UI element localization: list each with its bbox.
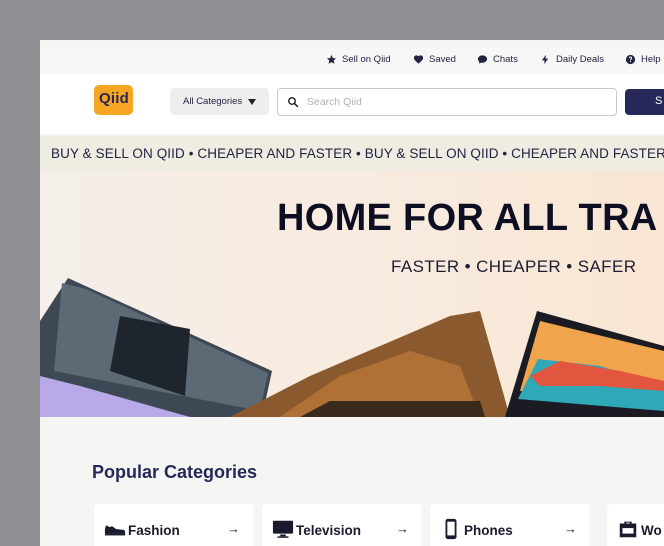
- popular-categories-title: Popular Categories: [92, 462, 258, 482]
- category-select-label: All Categories: [183, 96, 243, 107]
- qiid-homepage: Sell on Qiid Saved Chats Daily Deals Hel…: [40, 40, 664, 546]
- saved-label: Saved: [429, 54, 456, 65]
- category-label: Wo: [641, 523, 662, 538]
- arrow-right-icon: →: [227, 521, 240, 536]
- daily-deals-link[interactable]: Daily Deals: [540, 54, 604, 65]
- promo-marquee: BUY & SELL ON QIID • CHEAPER AND FASTER …: [40, 136, 664, 171]
- star-icon: [326, 54, 337, 64]
- logo-text: Qiid: [99, 90, 129, 107]
- category-card-television[interactable]: Television →: [262, 504, 422, 546]
- arrow-right-icon: →: [564, 521, 577, 536]
- help-circle-icon: [625, 54, 636, 65]
- sneaker-icon: [104, 525, 126, 536]
- qiid-logo[interactable]: Qiid: [94, 85, 133, 115]
- category-label: Fashion: [128, 523, 180, 538]
- lightning-icon: [541, 54, 549, 65]
- briefcase-icon: [619, 521, 637, 538]
- all-categories-dropdown[interactable]: All Categories: [170, 88, 269, 115]
- marquee-text: BUY & SELL ON QIID • CHEAPER AND FASTER …: [51, 146, 664, 161]
- category-card-phones[interactable]: Phones →: [430, 504, 590, 546]
- search-bar: [277, 88, 617, 116]
- sell-on-qiid-label: Sell on Qiid: [342, 54, 391, 65]
- search-icon: [288, 97, 299, 108]
- category-label: Phones: [464, 523, 513, 538]
- sell-on-qiid-link[interactable]: Sell on Qiid: [326, 54, 391, 65]
- hero-title: HOME FOR ALL TRA: [277, 197, 658, 239]
- help-label: Help: [641, 54, 661, 65]
- chats-label: Chats: [493, 54, 518, 65]
- hero-subtitle: FASTER • CHEAPER • SAFER: [391, 257, 637, 276]
- chats-link[interactable]: Chats: [477, 54, 518, 65]
- utility-bar: Sell on Qiid Saved Chats Daily Deals Hel…: [40, 48, 664, 74]
- category-card-work[interactable]: Wo: [607, 504, 664, 546]
- category-label: Television: [296, 523, 362, 538]
- main-header: Qiid All Categories S: [40, 74, 664, 134]
- caret-down-icon: [248, 98, 257, 105]
- phone-icon: [445, 518, 457, 540]
- chat-bubble-icon: [477, 55, 488, 64]
- saved-link[interactable]: Saved: [413, 54, 456, 65]
- daily-deals-label: Daily Deals: [556, 54, 605, 65]
- search-input[interactable]: [307, 96, 597, 108]
- search-button[interactable]: S: [625, 89, 664, 115]
- help-link[interactable]: Help: [625, 54, 661, 65]
- heart-icon: [413, 55, 424, 64]
- sneaker-sole: [300, 401, 485, 417]
- hero-banner: HOME FOR ALL TRA FASTER • CHEAPER • SAFE…: [40, 171, 664, 417]
- arrow-right-icon: →: [396, 521, 409, 536]
- category-card-fashion[interactable]: Fashion →: [94, 504, 254, 546]
- tv-icon: [272, 520, 294, 538]
